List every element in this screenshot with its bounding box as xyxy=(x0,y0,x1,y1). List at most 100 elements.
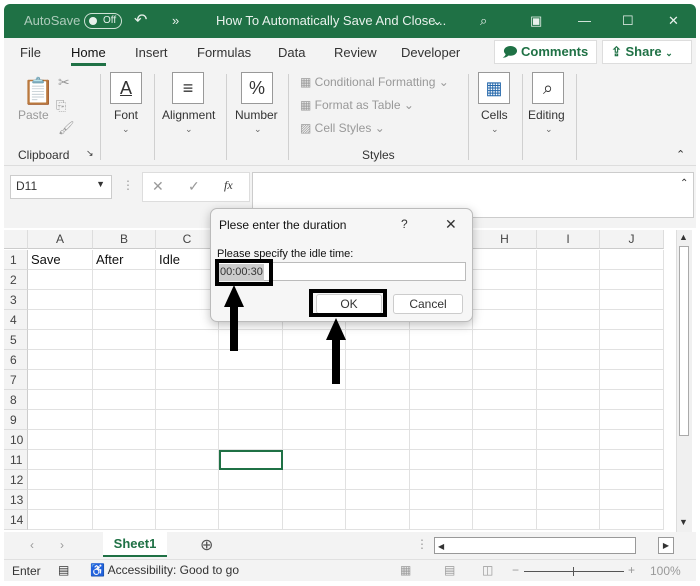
cell-J14[interactable] xyxy=(600,510,664,530)
cell-C9[interactable] xyxy=(156,410,219,430)
cell-F11[interactable] xyxy=(346,450,410,470)
cell-B12[interactable] xyxy=(93,470,156,490)
cell-C8[interactable] xyxy=(156,390,219,410)
cell-H3[interactable] xyxy=(473,290,537,310)
cell-G14[interactable] xyxy=(410,510,473,530)
horizontal-scrollbar[interactable]: ◀ xyxy=(434,537,636,554)
row-header[interactable]: 2 xyxy=(4,270,28,290)
row-header[interactable]: 8 xyxy=(4,390,28,410)
cell-J9[interactable] xyxy=(600,410,664,430)
cell-B10[interactable] xyxy=(93,430,156,450)
cell-D6[interactable] xyxy=(219,350,283,370)
cell-J10[interactable] xyxy=(600,430,664,450)
font-button[interactable]: Font xyxy=(114,108,138,122)
cell-D7[interactable] xyxy=(219,370,283,390)
share-button[interactable]: ⇪ Share ⌄ xyxy=(602,40,692,64)
cell-F7[interactable] xyxy=(346,370,410,390)
cell-G11[interactable] xyxy=(410,450,473,470)
cut-icon[interactable]: ✂ xyxy=(58,74,70,91)
cell-J5[interactable] xyxy=(600,330,664,350)
format-painter-icon[interactable]: 🖌 xyxy=(58,120,75,136)
cell-G13[interactable] xyxy=(410,490,473,510)
normal-view-icon[interactable]: ▦ xyxy=(400,563,411,577)
cell-H13[interactable] xyxy=(473,490,537,510)
zoom-out-icon[interactable]: − xyxy=(512,563,519,577)
row-header[interactable]: 7 xyxy=(4,370,28,390)
tab-formulas[interactable]: Formulas xyxy=(197,45,251,60)
cell-C11[interactable] xyxy=(156,450,219,470)
cell-D5[interactable] xyxy=(219,330,283,350)
cell-C12[interactable] xyxy=(156,470,219,490)
cell-E11[interactable] xyxy=(283,450,346,470)
cell-E14[interactable] xyxy=(283,510,346,530)
cell-I2[interactable] xyxy=(537,270,600,290)
number-button[interactable]: Number xyxy=(235,108,278,122)
cell-J8[interactable] xyxy=(600,390,664,410)
cell-G5[interactable] xyxy=(410,330,473,350)
help-icon[interactable]: ? xyxy=(401,217,408,231)
cell-E10[interactable] xyxy=(283,430,346,450)
cell-I9[interactable] xyxy=(537,410,600,430)
cell-H1[interactable] xyxy=(473,250,537,270)
alignment-icon[interactable]: ≡ xyxy=(172,72,204,104)
macro-icon[interactable]: ▤ xyxy=(58,563,69,577)
cells-button[interactable]: Cells xyxy=(481,108,508,122)
cell-H8[interactable] xyxy=(473,390,537,410)
column-header[interactable]: I xyxy=(537,230,600,249)
cell-F6[interactable] xyxy=(346,350,410,370)
column-header[interactable]: B xyxy=(93,230,156,249)
window-title[interactable]: How To Automatically Save And Close... xyxy=(216,13,446,28)
cell-D11[interactable] xyxy=(219,450,283,470)
confirm-entry-icon[interactable]: ✓ xyxy=(188,178,200,195)
cancel-entry-icon[interactable]: ✕ xyxy=(152,178,164,195)
row-header[interactable]: 6 xyxy=(4,350,28,370)
comments-button[interactable]: 🗩 Comments xyxy=(494,40,598,64)
cell-A8[interactable] xyxy=(28,390,93,410)
row-header[interactable]: 14 xyxy=(4,510,28,530)
cell-D8[interactable] xyxy=(219,390,283,410)
cell-D10[interactable] xyxy=(219,430,283,450)
cell-E9[interactable] xyxy=(283,410,346,430)
column-header[interactable]: A xyxy=(28,230,93,249)
cell-D14[interactable] xyxy=(219,510,283,530)
tab-review[interactable]: Review xyxy=(334,45,377,60)
cell-A7[interactable] xyxy=(28,370,93,390)
cell-F14[interactable] xyxy=(346,510,410,530)
undo-icon[interactable]: ↶ xyxy=(134,10,147,30)
cell-J11[interactable] xyxy=(600,450,664,470)
search-icon[interactable]: ⌕ xyxy=(480,13,487,29)
cell-I1[interactable] xyxy=(537,250,600,270)
tab-data[interactable]: Data xyxy=(278,45,305,60)
dialog-close-icon[interactable]: ✕ xyxy=(445,216,457,233)
number-format-icon[interactable]: % xyxy=(241,72,273,104)
cell-C14[interactable] xyxy=(156,510,219,530)
cell-H7[interactable] xyxy=(473,370,537,390)
add-sheet-icon[interactable]: ⊕ xyxy=(200,535,213,555)
cell-I12[interactable] xyxy=(537,470,600,490)
cell-B1[interactable]: After xyxy=(93,250,156,270)
cell-G7[interactable] xyxy=(410,370,473,390)
autosave-toggle[interactable]: Off xyxy=(84,13,122,29)
minimize-icon[interactable]: — xyxy=(578,13,591,28)
row-header[interactable]: 4 xyxy=(4,310,28,330)
cell-B9[interactable] xyxy=(93,410,156,430)
cells-icon[interactable]: ▦ xyxy=(478,72,510,104)
paste-icon[interactable]: 📋 xyxy=(22,76,54,107)
cell-I3[interactable] xyxy=(537,290,600,310)
cell-J1[interactable] xyxy=(600,250,664,270)
find-icon[interactable]: ⌕ xyxy=(532,72,564,104)
tab-home[interactable]: Home xyxy=(71,45,106,66)
row-header[interactable]: 10 xyxy=(4,430,28,450)
zoom-in-icon[interactable]: + xyxy=(628,563,635,577)
cell-styles-button[interactable]: ▨ Cell Styles ⌄ xyxy=(300,121,385,135)
cell-J2[interactable] xyxy=(600,270,664,290)
accessibility-button[interactable]: ♿ Accessibility: Good to go xyxy=(90,563,239,577)
tab-file[interactable]: File xyxy=(20,45,41,60)
cell-D12[interactable] xyxy=(219,470,283,490)
row-header[interactable]: 11 xyxy=(4,450,28,470)
cell-D9[interactable] xyxy=(219,410,283,430)
cell-J3[interactable] xyxy=(600,290,664,310)
cell-A10[interactable] xyxy=(28,430,93,450)
cell-E12[interactable] xyxy=(283,470,346,490)
column-header[interactable]: J xyxy=(600,230,664,249)
